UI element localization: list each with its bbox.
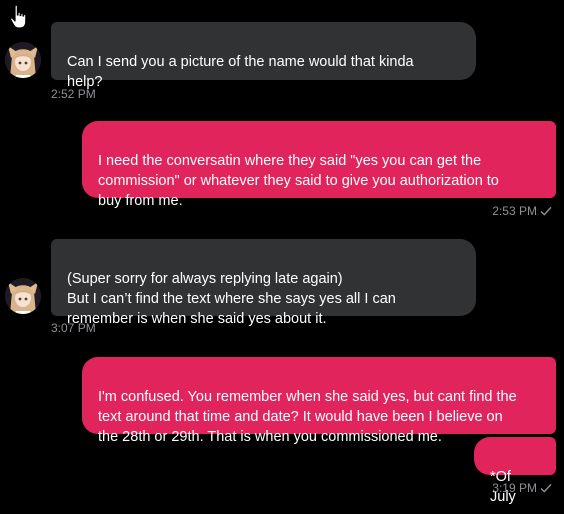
message-bubble-outgoing[interactable]: *Of July (474, 437, 556, 505)
chat-window: Can I send you a picture of the name wou… (0, 0, 564, 514)
message-timestamp: 2:53 PM (492, 204, 552, 218)
message-timestamp: 3:07 PM (51, 321, 96, 335)
avatar[interactable] (5, 278, 41, 314)
message-bubble-incoming[interactable]: Can I send you a picture of the name wou… (51, 22, 476, 90)
sent-check-icon (540, 206, 552, 216)
message-bubble-outgoing[interactable]: I need the conversatin where they said "… (82, 121, 556, 209)
message-text: Can I send you a picture of the name wou… (67, 54, 414, 90)
hand-pointer-icon (9, 4, 27, 29)
message-timestamp: 3:19 PM (492, 481, 552, 495)
message-bubble-outgoing[interactable]: I'm confused. You remember when she said… (82, 357, 556, 445)
message-timestamp: 2:52 PM (51, 87, 96, 101)
sent-check-icon (540, 483, 552, 493)
avatar[interactable] (5, 42, 41, 78)
message-text: (Super sorry for always replying late ag… (67, 271, 396, 327)
message-bubble-incoming[interactable]: (Super sorry for always replying late ag… (51, 239, 476, 327)
message-text: I need the conversatin where they said "… (98, 153, 499, 209)
message-text: I'm confused. You remember when she said… (98, 389, 517, 445)
avatar-image-icon (5, 42, 41, 78)
avatar-image-icon (5, 278, 41, 314)
